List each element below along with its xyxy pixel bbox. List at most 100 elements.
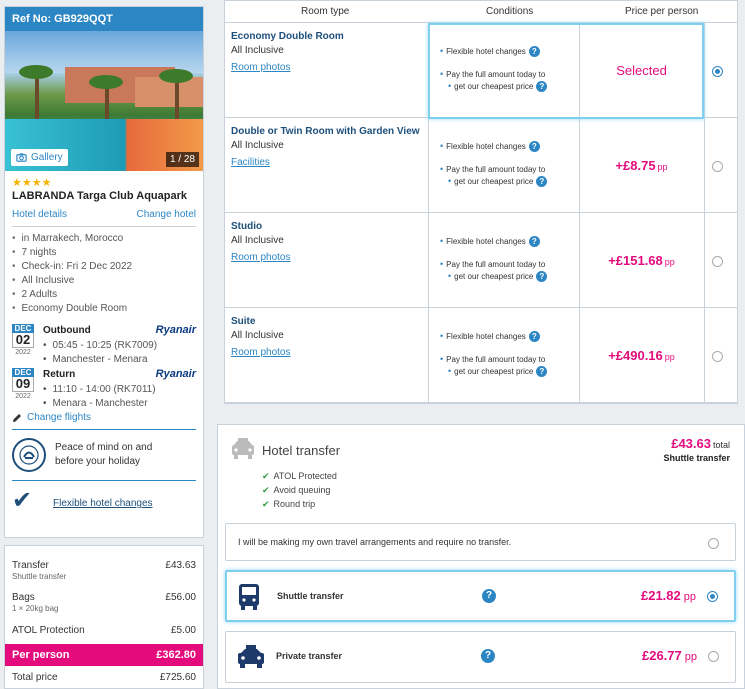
condition-text: get our cheapest price xyxy=(454,177,534,186)
summary-value: £5.00 xyxy=(170,625,196,636)
column-divider xyxy=(428,213,429,307)
shuttle-transfer-radio[interactable] xyxy=(707,591,718,602)
flight-info: 05:45 - 10:25 (RK7009) Manchester - Mena… xyxy=(43,339,158,367)
calendar-year: 2022 xyxy=(15,393,31,400)
price-amount: £21.82 xyxy=(640,588,681,603)
feature-item: ✔ Avoid queuing xyxy=(262,483,337,497)
price-unit: pp xyxy=(683,591,696,603)
header-conditions: Conditions xyxy=(486,6,534,17)
column-divider xyxy=(704,308,705,402)
condition-flexible: Flexible hotel changes? xyxy=(440,330,540,343)
feature-item: ✔ ATOL Protected xyxy=(262,469,337,483)
private-transfer-label: Private transfer xyxy=(276,651,343,661)
check-icon: ✔ xyxy=(262,485,270,495)
room-row[interactable]: Studio All Inclusive Room photos Flexibl… xyxy=(225,213,737,308)
taxi-icon xyxy=(230,437,256,464)
return-flight: DEC 09 2022 Return Ryanair 11:10 - 14:00… xyxy=(12,368,196,411)
room-row[interactable]: Double or Twin Room with Garden View All… xyxy=(225,118,737,213)
summary-label: Bags xyxy=(12,592,35,603)
transfer-total: £43.63 total Shuttle transfer xyxy=(663,436,730,463)
peace-line: before your holiday xyxy=(55,456,141,467)
help-icon[interactable]: ? xyxy=(481,649,495,663)
summary-value: £56.00 xyxy=(165,592,196,603)
pencil-icon xyxy=(13,413,21,422)
flexible-changes-link[interactable]: Flexible hotel changes xyxy=(53,498,153,509)
condition-pay-cont: get our cheapest price? xyxy=(448,175,548,188)
help-icon[interactable]: ? xyxy=(536,271,548,283)
summary-row-atol: ATOL Protection £5.00 xyxy=(5,625,203,639)
photo-leaf xyxy=(159,69,193,83)
summary-label: ATOL Protection xyxy=(12,625,85,636)
calendar-icon: DEC 02 2022 xyxy=(12,324,34,357)
private-transfer-radio[interactable] xyxy=(708,651,719,662)
checkmark-icon: ✔ xyxy=(12,487,33,514)
trip-detail-item: 7 nights xyxy=(12,246,203,260)
price-amount: +£8.75 xyxy=(615,158,656,173)
price-summary: Transfer £43.63 Shuttle transfer Bags £5… xyxy=(4,545,204,689)
room-price: +£151.68 pp xyxy=(579,253,704,268)
hotel-photo[interactable]: Gallery 1 / 28 xyxy=(5,31,203,171)
hotel-details-link[interactable]: Hotel details xyxy=(12,209,67,220)
price-unit: pp xyxy=(657,162,668,172)
room-radio[interactable] xyxy=(712,161,723,172)
calendar-year: 2022 xyxy=(15,349,31,356)
help-icon[interactable]: ? xyxy=(528,141,540,153)
room-photos-link[interactable]: Room photos xyxy=(231,347,290,358)
check-icon: ✔ xyxy=(262,499,270,509)
condition-text: Flexible hotel changes xyxy=(446,332,526,341)
header-room-type: Room type xyxy=(301,6,350,17)
help-icon[interactable]: ? xyxy=(528,331,540,343)
flight-route: Manchester - Menara xyxy=(43,353,157,367)
selected-room-highlight xyxy=(428,23,704,119)
summary-row-bags: Bags £56.00 1 × 20kg bag xyxy=(5,592,203,613)
room-board: All Inclusive xyxy=(231,45,284,56)
help-icon[interactable]: ? xyxy=(536,366,548,378)
help-icon[interactable]: ? xyxy=(536,176,548,188)
airline-logo: Ryanair xyxy=(155,324,196,336)
header-price: Price per person xyxy=(625,6,699,17)
flight-route: Menara - Manchester xyxy=(43,397,156,411)
facilities-link[interactable]: Facilities xyxy=(231,157,270,168)
no-transfer-text: I will be making my own travel arrangeme… xyxy=(238,537,512,547)
calendar-icon: DEC 09 2022 xyxy=(12,368,34,401)
condition-flexible: Flexible hotel changes? xyxy=(440,235,540,248)
condition-text: get our cheapest price xyxy=(454,272,534,281)
summary-value: £43.63 xyxy=(165,560,196,571)
transfer-features: ✔ ATOL Protected ✔ Avoid queuing ✔ Round tr… xyxy=(262,469,337,511)
summary-row-transfer: Transfer £43.63 Shuttle transfer xyxy=(5,560,203,581)
no-transfer-option[interactable]: I will be making my own travel arrangeme… xyxy=(225,523,736,561)
room-photos-link[interactable]: Room photos xyxy=(231,252,290,263)
help-icon[interactable]: ? xyxy=(528,236,540,248)
condition-text: Pay the full amount today to xyxy=(446,260,546,269)
room-board: All Inclusive xyxy=(231,330,284,341)
star-rating: ★★★★ xyxy=(12,177,52,189)
no-transfer-radio[interactable] xyxy=(708,538,719,549)
change-flights-label: Change flights xyxy=(27,412,91,423)
trip-detail-item: All Inclusive xyxy=(12,274,203,288)
room-radio[interactable] xyxy=(712,256,723,267)
room-radio[interactable] xyxy=(712,351,723,362)
trip-detail-item: in Marrakech, Morocco xyxy=(12,232,203,246)
divider xyxy=(12,429,196,430)
hotel-links: Hotel details Change hotel xyxy=(5,202,203,220)
trip-detail-item: Check-in: Fri 2 Dec 2022 xyxy=(12,260,203,274)
room-photos-link[interactable]: Room photos xyxy=(231,62,290,73)
check-icon: ✔ xyxy=(262,471,270,481)
room-name: Economy Double Room xyxy=(231,31,344,42)
shuttle-transfer-option[interactable]: Shuttle transfer ? £21.82 pp xyxy=(225,570,736,622)
gallery-button[interactable]: Gallery xyxy=(11,149,68,166)
airline-logo: Ryanair xyxy=(155,368,196,380)
camera-icon xyxy=(16,153,27,162)
calendar-day: 02 xyxy=(12,333,34,348)
bus-icon xyxy=(237,583,261,614)
condition-pay-cont: get our cheapest price? xyxy=(448,365,548,378)
feature-text: ATOL Protected xyxy=(273,471,337,481)
per-person-value: £362.80 xyxy=(156,649,196,661)
change-hotel-link[interactable]: Change hotel xyxy=(137,209,197,220)
trip-detail-item: Economy Double Room xyxy=(12,302,203,316)
private-transfer-option[interactable]: Private transfer ? £26.77 pp xyxy=(225,631,736,683)
help-icon[interactable]: ? xyxy=(482,589,496,603)
room-radio[interactable] xyxy=(712,66,723,77)
room-row[interactable]: Suite All Inclusive Room photos Flexible… xyxy=(225,308,737,403)
summary-label: Transfer xyxy=(12,560,49,571)
